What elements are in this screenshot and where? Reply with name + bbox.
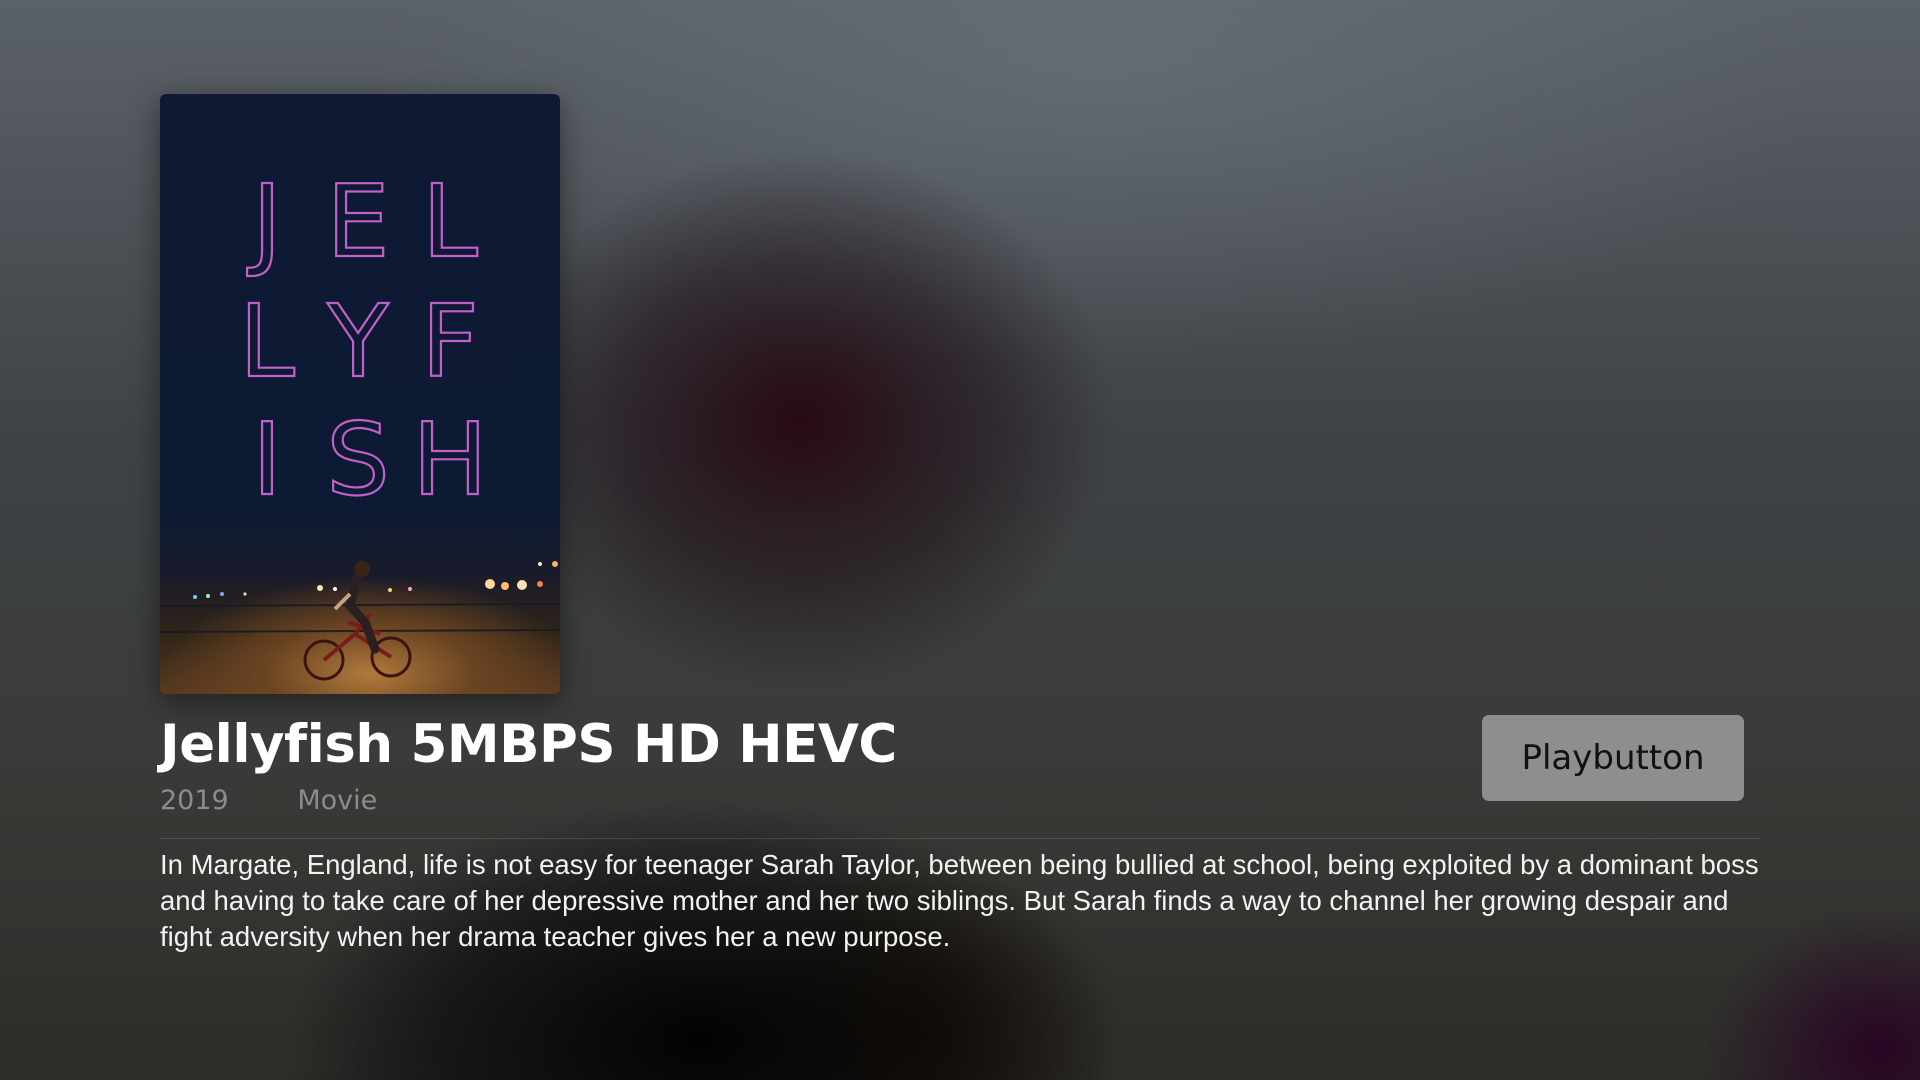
poster-letter: F [421,283,479,400]
movie-description: In Margate, England, life is not easy fo… [160,849,1759,952]
city-lights [193,561,558,599]
poster-letter: J [246,163,282,280]
poster-letter: L [239,283,295,400]
poster-letter: L [422,163,478,280]
play-button[interactable]: Playbutton [1482,715,1744,801]
poster-letter: H [412,401,487,518]
poster-letter: I [252,401,282,518]
movie-title: Jellyfish 5MBPS HD HEVC [160,714,897,775]
divider [160,838,1760,839]
cyclist-figure [303,561,412,681]
media-type: Movie [297,785,378,816]
movie-metadata: 2019 Movie [160,785,377,816]
poster-letter: S [326,401,389,518]
release-year: 2019 [160,785,229,816]
poster-letter: E [326,163,389,280]
poster-artwork: J E L L Y F I S H [160,162,560,681]
movie-detail-screen: JEL LYF ISH Jellyfish 5MBPS HD HEVC 2019 M… [0,0,1920,1080]
movie-poster[interactable]: JEL LYF ISH [160,94,560,694]
poster-letter: Y [326,283,389,400]
poster-title-letters: J E L L Y F I S H [238,162,489,519]
